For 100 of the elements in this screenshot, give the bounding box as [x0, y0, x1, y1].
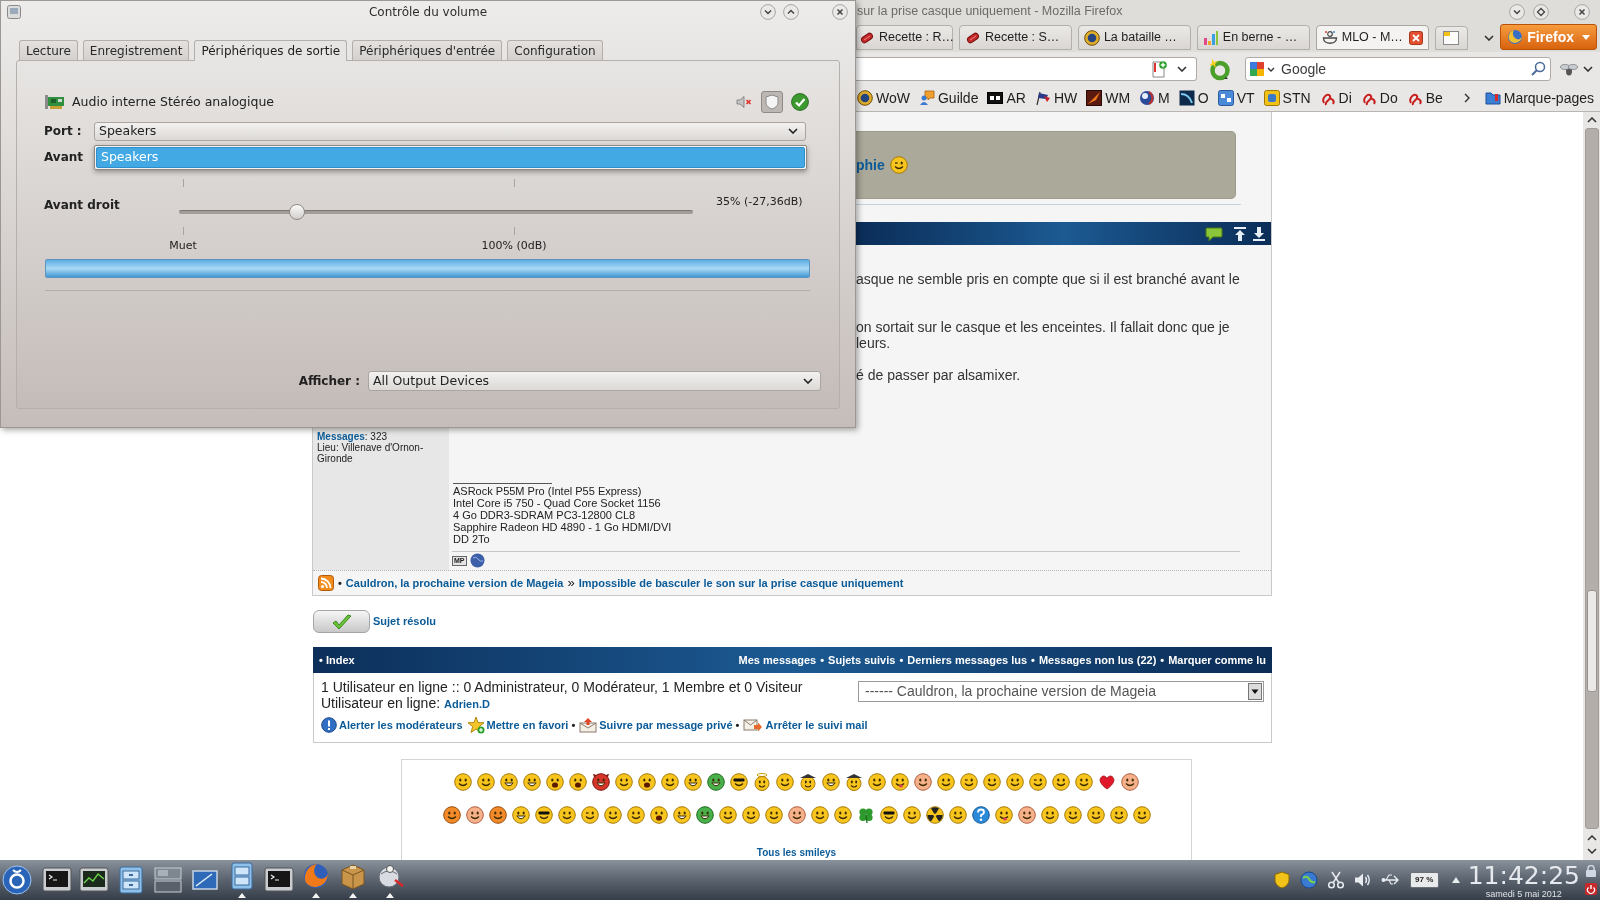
star-plus-icon[interactable]: [466, 716, 485, 734]
action-link[interactable]: Mettre en favori: [486, 716, 569, 734]
bookmark[interactable]: O: [1178, 87, 1209, 109]
action-link[interactable]: Arrêter le suivi mail: [765, 716, 868, 734]
start-menu-icon[interactable]: [2, 865, 32, 895]
smiley-icon[interactable]: [891, 773, 909, 791]
speech-bubble-icon[interactable]: [1205, 225, 1223, 242]
chevron-down-icon[interactable]: [1177, 65, 1187, 72]
lock-icon[interactable]: [1585, 865, 1597, 877]
smiley-icon[interactable]: [707, 773, 725, 791]
smiley-icon[interactable]: [649, 806, 668, 824]
bookmark[interactable]: STN: [1263, 87, 1311, 109]
four-squares-icon[interactable]: [1249, 60, 1265, 77]
minimize-icon[interactable]: [1509, 3, 1525, 20]
page-add-icon[interactable]: [1151, 59, 1167, 78]
nav-link[interactable]: Messages non lus (22): [1038, 651, 1157, 669]
nav-link[interactable]: Marquer comme lu: [1168, 651, 1266, 669]
smiley-icon[interactable]: [994, 806, 1013, 824]
smiley-icon[interactable]: [672, 806, 691, 824]
smiley-icon[interactable]: [937, 773, 955, 791]
drawer-icon[interactable]: [116, 866, 146, 894]
nav-link[interactable]: Mes messages: [738, 651, 817, 669]
dialog-tab[interactable]: Périphériques de sortie: [194, 40, 348, 61]
dialog-tab[interactable]: Périphériques d'entrée: [352, 40, 503, 60]
mail-arrow-icon[interactable]: [743, 717, 764, 733]
info-icon[interactable]: [321, 717, 337, 733]
smiley-icon[interactable]: [1132, 806, 1151, 824]
chevron-down-icon[interactable]: [1484, 35, 1495, 41]
bookmark[interactable]: M: [1139, 87, 1170, 109]
nav-link[interactable]: • Index: [319, 651, 355, 669]
smiley-icon[interactable]: [879, 806, 898, 824]
smiley-icon[interactable]: [810, 806, 829, 824]
smiley-icon[interactable]: [1086, 806, 1105, 824]
scissors-icon[interactable]: [1326, 871, 1345, 889]
close-tab-icon[interactable]: [1408, 30, 1423, 45]
close-icon[interactable]: [1574, 3, 1590, 20]
terminal-icon[interactable]: [42, 866, 72, 894]
dialog-tab[interactable]: Lecture: [19, 40, 78, 60]
box-icon[interactable]: [338, 862, 368, 898]
smiley-icon[interactable]: [730, 773, 748, 791]
smiley-icon[interactable]: [454, 773, 472, 791]
chevron-down-icon[interactable]: [1267, 66, 1275, 72]
bookmark[interactable]: WoW: [857, 87, 910, 109]
smiley-icon[interactable]: [845, 773, 863, 791]
bookmark[interactable]: AR: [987, 87, 1026, 109]
smiley-icon[interactable]: [1075, 773, 1093, 791]
clock[interactable]: 11:42:25: [1467, 861, 1580, 889]
smiley-icon[interactable]: [661, 773, 679, 791]
smiley-icon[interactable]: [442, 806, 461, 824]
smiley-icon[interactable]: [914, 773, 932, 791]
breadcrumb-link[interactable]: Impossible de basculer le son sur la prise casque uniquement: [578, 574, 904, 592]
checkmark-icon[interactable]: [791, 93, 809, 111]
chevron-down-icon[interactable]: [1583, 65, 1593, 72]
smiley-icon[interactable]: [787, 806, 806, 824]
search-field[interactable]: Google: [1245, 56, 1551, 81]
close-icon[interactable]: [832, 4, 848, 20]
clover-icon[interactable]: [856, 806, 875, 824]
battery-indicator[interactable]: 97 %: [1409, 872, 1439, 888]
smiley-icon[interactable]: [1109, 806, 1128, 824]
heart-icon[interactable]: [1098, 773, 1116, 791]
globe-icon[interactable]: [469, 553, 485, 568]
smiley-icon[interactable]: [1121, 773, 1139, 791]
smiley-icon[interactable]: [580, 806, 599, 824]
port-dropdown[interactable]: Speakers: [94, 121, 806, 141]
smiley-icon[interactable]: [626, 806, 645, 824]
nav-link[interactable]: Sujets suivis: [828, 651, 896, 669]
address-field[interactable]: [856, 56, 1197, 81]
globe-icon[interactable]: [301, 862, 331, 898]
arrow-up-icon[interactable]: [1233, 225, 1247, 242]
smileys-link[interactable]: Tous les smileys: [756, 847, 837, 859]
smiley-icon[interactable]: [695, 806, 714, 824]
new-tab-button[interactable]: [1434, 26, 1469, 50]
smiley-icon[interactable]: [477, 773, 495, 791]
nav-link[interactable]: Derniers messages lus: [907, 651, 1028, 669]
smiley-icon[interactable]: [557, 806, 576, 824]
browser-tab[interactable]: MLO - M…: [1315, 25, 1429, 50]
radiation-icon[interactable]: [925, 806, 944, 824]
search-icon[interactable]: [1530, 60, 1546, 77]
scrollbar-thumb[interactable]: [1586, 590, 1597, 692]
dialog-tab[interactable]: Enregistrement: [82, 40, 190, 60]
bookmark[interactable]: HW: [1034, 87, 1078, 109]
action-link[interactable]: Alerter les modérateurs: [339, 716, 463, 734]
resolved-button[interactable]: [313, 610, 370, 633]
bookmark[interactable]: Guilde: [918, 87, 979, 109]
help-icon[interactable]: [971, 806, 990, 824]
bookmark[interactable]: Di: [1319, 87, 1352, 109]
smiley-icon[interactable]: [534, 806, 553, 824]
rss-icon[interactable]: [318, 575, 334, 591]
browser-tab[interactable]: La bataille …: [1077, 25, 1191, 50]
browser-tab[interactable]: Recette : R…: [856, 25, 953, 50]
lock-channels-button[interactable]: [761, 91, 783, 113]
maximize-icon[interactable]: [1533, 3, 1549, 20]
breadcrumb-link[interactable]: Cauldron, la prochaine version de Mageia: [345, 574, 564, 592]
scroll-up-icon[interactable]: [1586, 835, 1597, 841]
bookmark[interactable]: VT: [1217, 87, 1255, 109]
smiley-icon[interactable]: [983, 773, 1001, 791]
device-filter-dropdown[interactable]: All Output Devices: [368, 371, 821, 391]
smiley-icon[interactable]: [833, 806, 852, 824]
reload-icon[interactable]: [1208, 56, 1232, 81]
browser-tab[interactable]: En berne - …: [1196, 25, 1310, 50]
